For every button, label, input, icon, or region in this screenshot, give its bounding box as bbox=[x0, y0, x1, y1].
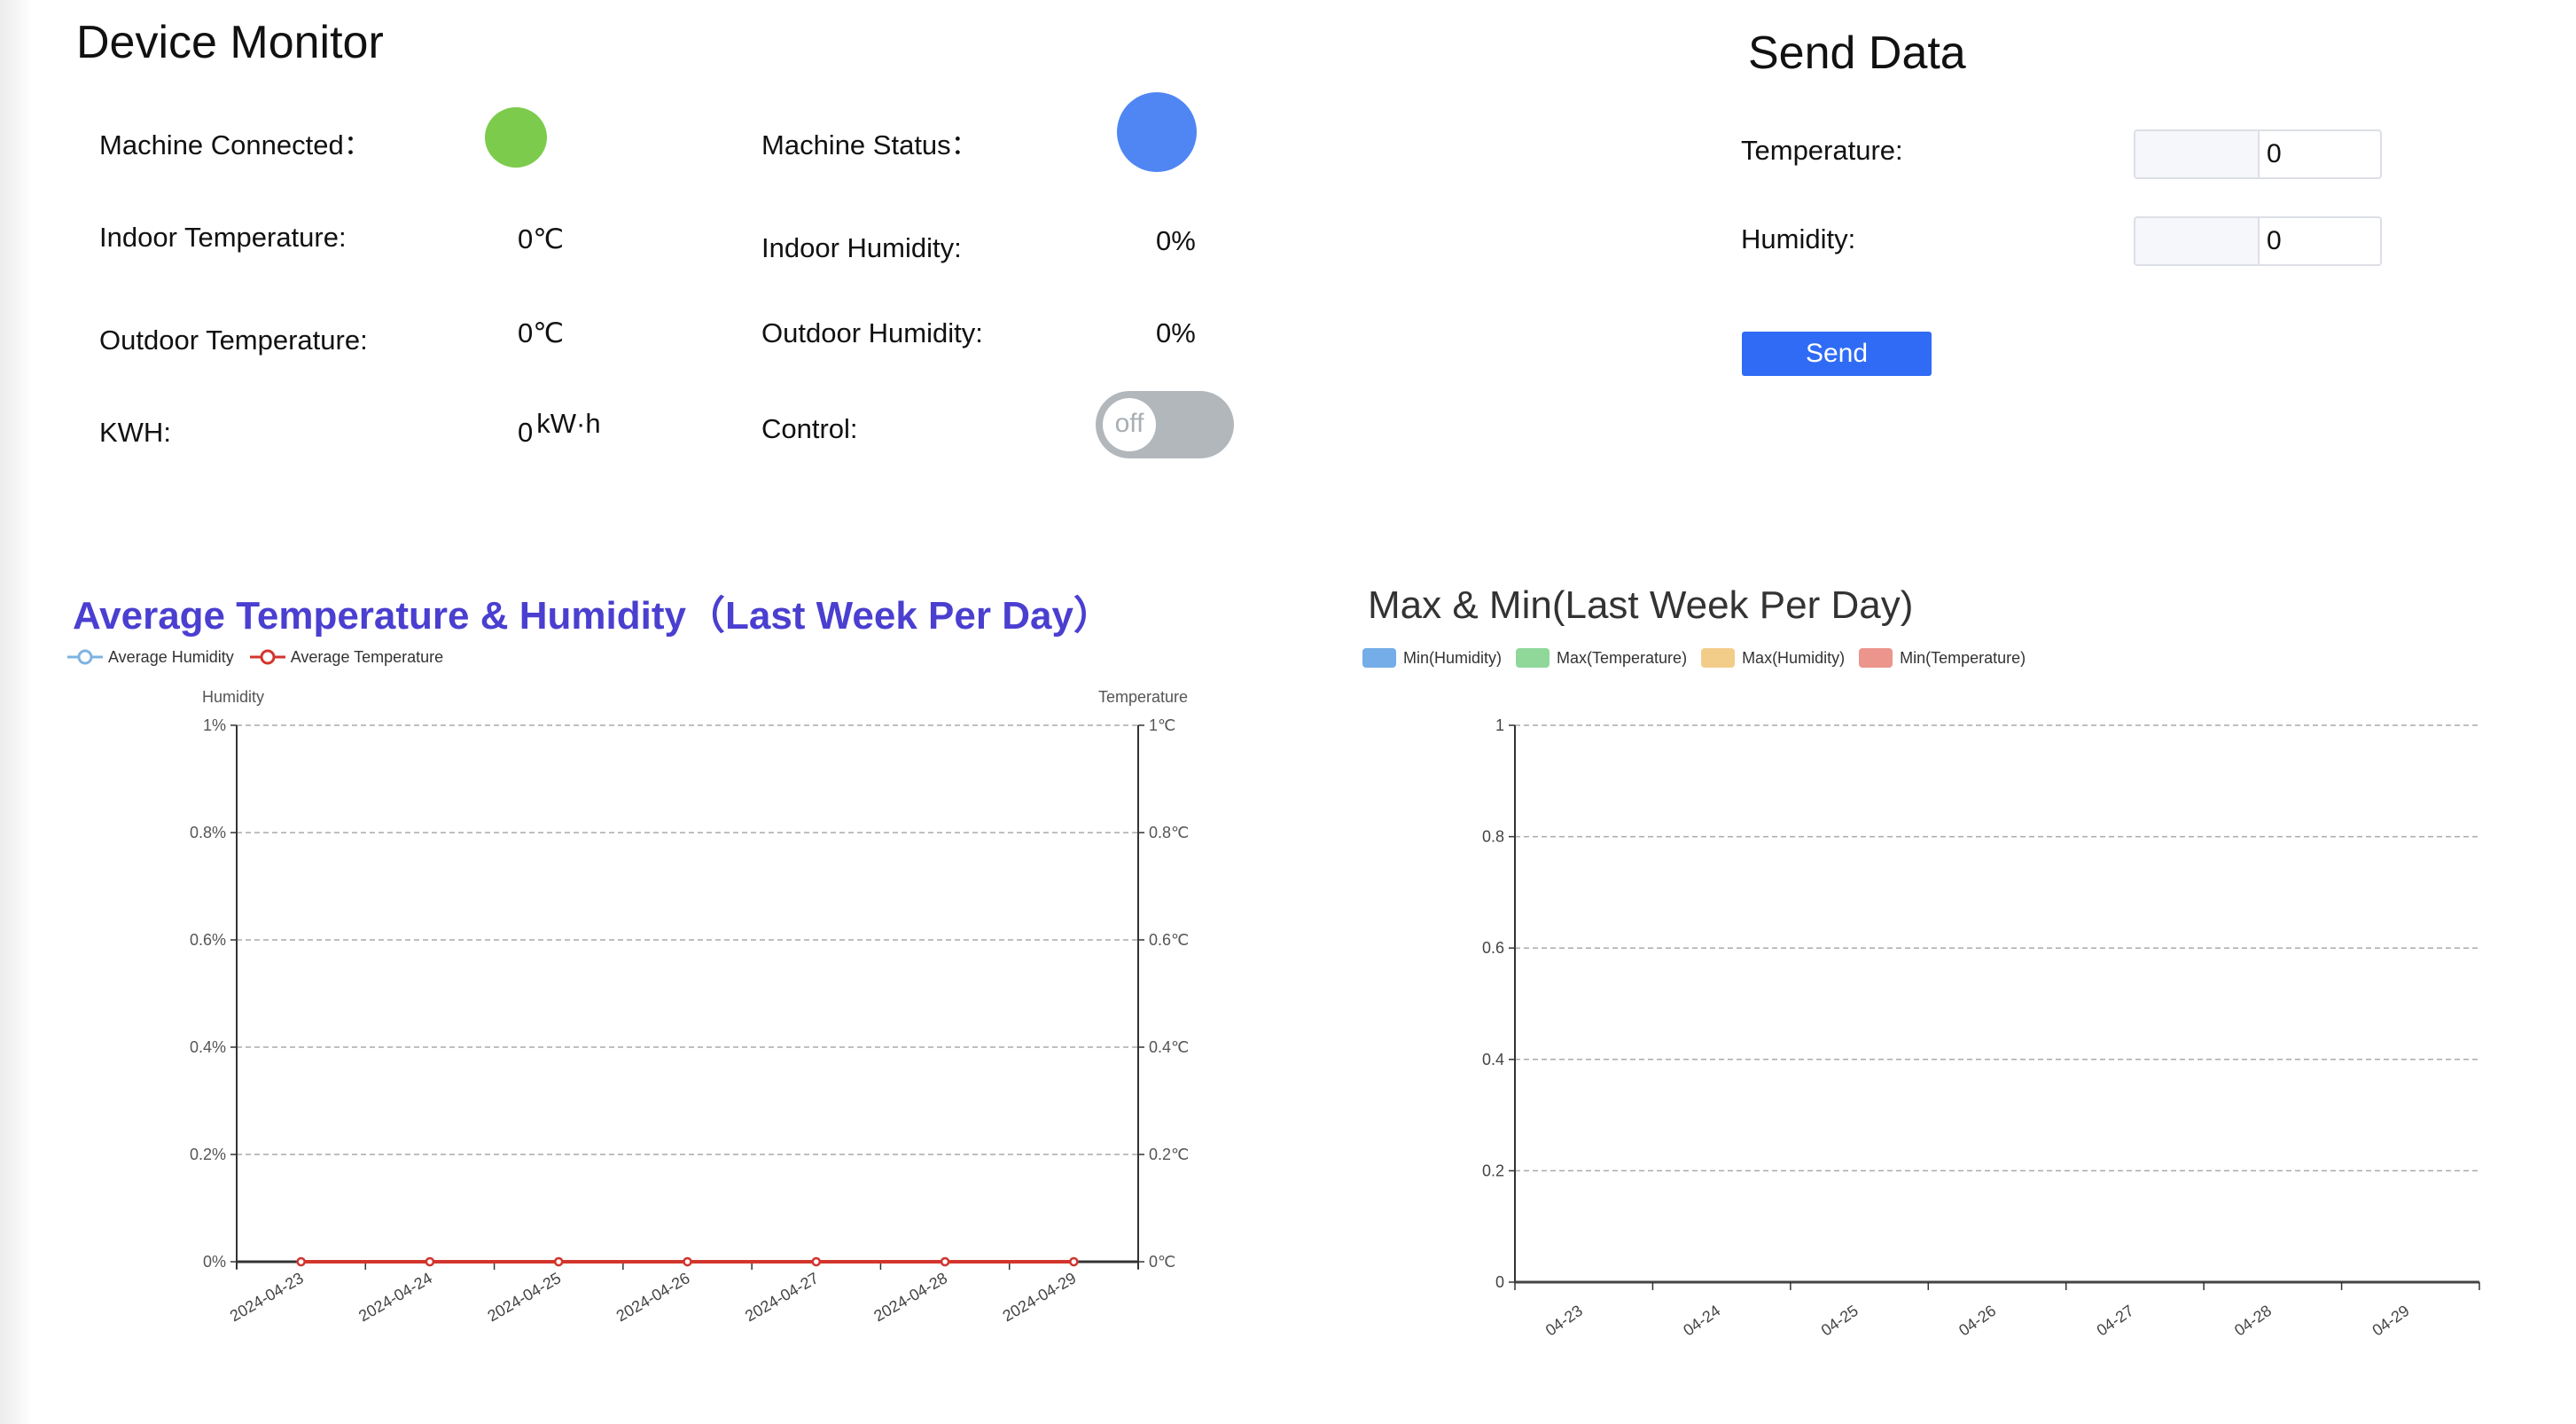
x-tick-label: 2024-04-24 bbox=[355, 1269, 435, 1325]
y-tick-label-right: 1℃ bbox=[1149, 716, 1175, 734]
y-axis-right-title: Temperature bbox=[1098, 688, 1188, 706]
maxmin-chart-title: Max & Min(Last Week Per Day) bbox=[1368, 583, 1914, 627]
data-point bbox=[553, 1256, 564, 1267]
legend-label: Min(Temperature) bbox=[1900, 648, 2026, 667]
x-tick-label: 2024-04-27 bbox=[742, 1269, 822, 1325]
avg-chart: Humidity Temperature 0% 0℃ 0.2% 0.2℃ 0.4% 0.4℃ 0… bbox=[190, 688, 1189, 1326]
data-point bbox=[425, 1256, 435, 1267]
data-point bbox=[811, 1256, 822, 1267]
legend-label: Max(Temperature) bbox=[1557, 648, 1688, 667]
x-tick-label: 2024-04-26 bbox=[613, 1269, 693, 1325]
y-tick-label-left: 0.8% bbox=[190, 824, 226, 841]
legend-swatch-icon bbox=[1362, 648, 1396, 668]
x-tick-label: 2024-04-29 bbox=[1000, 1269, 1080, 1325]
legend-label: Max(Humidity) bbox=[1742, 648, 1846, 667]
data-point bbox=[1069, 1256, 1079, 1267]
x-tick-label: 2024-04-28 bbox=[870, 1269, 950, 1325]
y-tick-label-left: 0.2% bbox=[190, 1146, 226, 1163]
x-tick-label: 2024-04-25 bbox=[484, 1269, 564, 1325]
y-tick-label-left: 0.6% bbox=[190, 931, 226, 949]
data-point bbox=[683, 1256, 692, 1267]
y-tick-label-right: 0.6℃ bbox=[1149, 931, 1189, 949]
y-tick-label-left: 0.4% bbox=[190, 1038, 226, 1056]
y-tick-label-right: 0.2℃ bbox=[1149, 1146, 1189, 1163]
y-tick-label-left: 1% bbox=[203, 716, 226, 734]
legend-swatch-icon bbox=[1516, 648, 1550, 668]
y-tick-label-left: 0% bbox=[203, 1253, 226, 1271]
legend-item[interactable]: Min(Humidity) bbox=[1362, 648, 1502, 668]
legend-swatch-icon bbox=[1701, 648, 1736, 668]
maxmin-chart-legend: Min(Humidity) Max(Temperature) Max(Humidit… bbox=[1362, 648, 2040, 668]
legend-swatch-icon bbox=[1859, 648, 1893, 668]
y-tick-label-right: 0.8℃ bbox=[1149, 824, 1189, 841]
y-axis-left-title: Humidity bbox=[202, 688, 264, 706]
legend-item[interactable]: Min(Temperature) bbox=[1859, 648, 2026, 668]
legend-item[interactable]: Max(Humidity) bbox=[1701, 648, 1845, 668]
x-tick-label: 2024-04-23 bbox=[227, 1269, 307, 1325]
data-point bbox=[296, 1256, 306, 1267]
data-point bbox=[940, 1256, 950, 1267]
legend-item[interactable]: Max(Temperature) bbox=[1516, 648, 1687, 668]
y-tick-label-right: 0.4℃ bbox=[1149, 1038, 1189, 1056]
y-tick-label-right: 0℃ bbox=[1149, 1253, 1175, 1271]
legend-label: Min(Humidity) bbox=[1403, 648, 1503, 667]
